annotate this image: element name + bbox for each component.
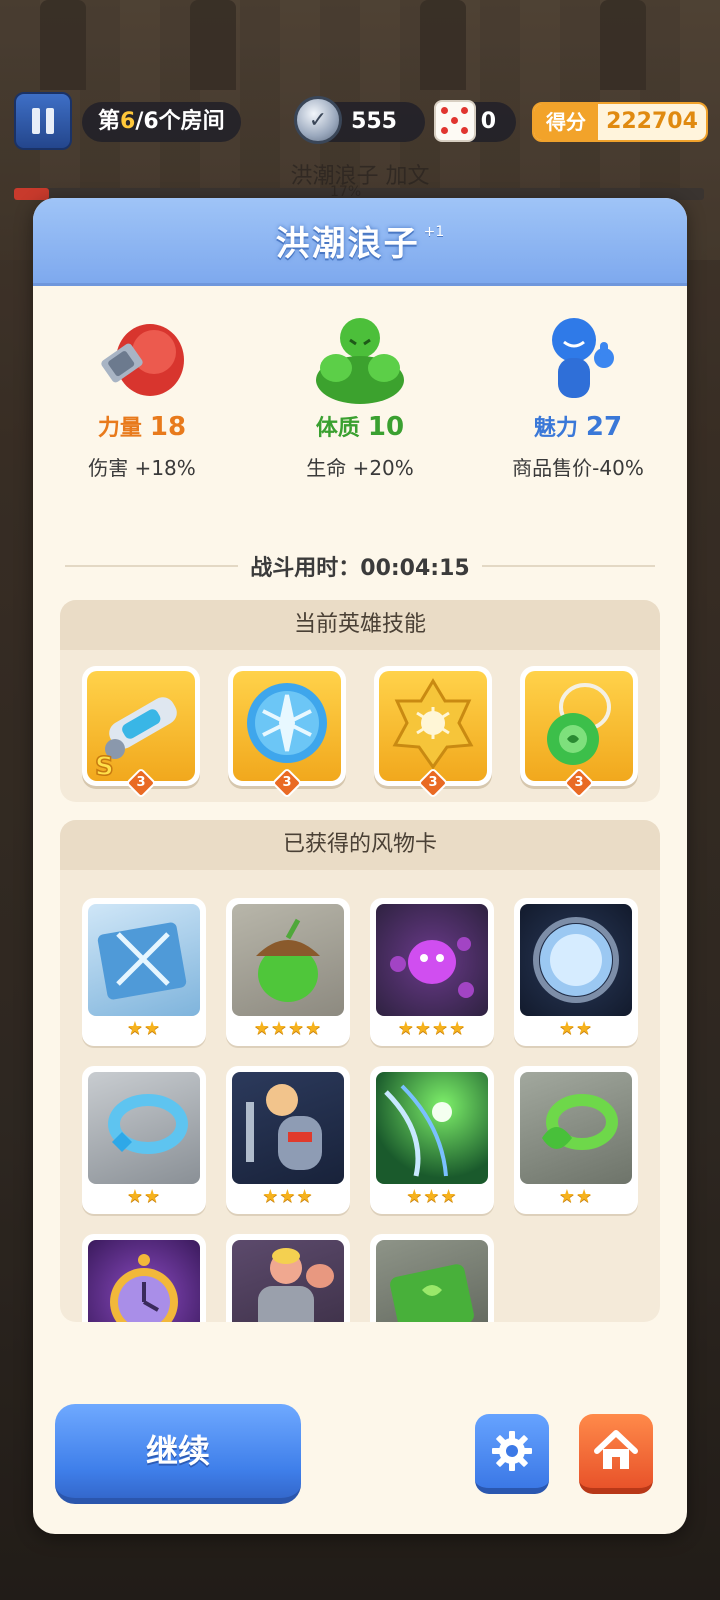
skill-card[interactable]: 3: [374, 666, 492, 799]
relic-card[interactable]: [226, 1234, 350, 1322]
skill-card[interactable]: 3: [520, 666, 638, 799]
score-badge: 得分 222704: [532, 102, 708, 142]
settings-button[interactable]: [475, 1414, 549, 1494]
relic-card[interactable]: ★★: [82, 898, 206, 1046]
hero-skills-title: 当前英雄技能: [60, 600, 660, 650]
star-rating: ★★: [558, 1018, 594, 1039]
star-rating: ★★: [126, 1018, 162, 1039]
stat-strength-value: 18: [149, 412, 187, 442]
hero-title: 洪潮浪子: [275, 224, 420, 264]
relic-card[interactable]: ★★★★: [226, 898, 350, 1046]
skill-card[interactable]: S 3: [82, 666, 200, 799]
stat-constitution: 体质 10 生命 +20%: [251, 310, 469, 480]
continue-button[interactable]: 继续: [55, 1404, 301, 1504]
stat-charisma-value: 27: [585, 412, 623, 442]
silver-coin-icon: ✓: [294, 96, 342, 144]
svg-text:S: S: [95, 752, 114, 781]
green-amulet-icon: [525, 671, 633, 781]
battle-time-row: 战斗用时：00:04:15: [33, 548, 687, 584]
golden-spider-badge-icon: [379, 671, 487, 781]
star-rating: ★★★: [406, 1186, 458, 1207]
star-rating: ★★★★: [253, 1018, 323, 1039]
cannon-icon: S: [87, 671, 195, 781]
relic-card[interactable]: ★★★: [370, 1066, 494, 1214]
hero-title-sup: +1: [423, 223, 445, 240]
hero-summary-panel: 洪潮浪子 +1 力量 18 伤害 +18% 体质 10 生命 +20% 魅力 2…: [33, 198, 687, 1534]
relic-cards-grid: ★★ ★★★★ ★★★★ ★★ ★★ ★★★ ★★★ ★★: [60, 870, 660, 1322]
stat-strength: 力量 18 伤害 +18%: [33, 310, 251, 480]
boxing-glove-icon: [92, 310, 192, 406]
star-rating: ★★★★: [397, 1018, 467, 1039]
leaf-ring-icon: [520, 1072, 632, 1184]
relic-card[interactable]: ★★: [514, 898, 638, 1046]
pocket-watch-icon: [88, 1240, 200, 1322]
stat-strength-name: 力量: [97, 416, 142, 441]
strongman-icon: [232, 1240, 344, 1322]
dice-icon: [434, 100, 476, 142]
thumbs-up-man-icon: [528, 310, 628, 406]
relic-cards-title: 已获得的风物卡: [60, 820, 660, 870]
acorn-icon: [232, 904, 344, 1016]
star-rating: ★★: [558, 1186, 594, 1207]
green-book-icon: [376, 1240, 488, 1322]
stat-constitution-name: 体质: [315, 416, 360, 441]
relic-card[interactable]: ★★: [82, 1066, 206, 1214]
green-muscle-man-icon: [310, 310, 410, 406]
pause-button[interactable]: [14, 92, 72, 150]
score-value: 222704: [606, 109, 698, 134]
pause-icon: [32, 108, 40, 134]
stat-charisma-name: 魅力: [533, 416, 578, 441]
purple-slime-icon: [376, 904, 488, 1016]
relic-card[interactable]: ★★: [514, 1066, 638, 1214]
stat-constitution-effect: 生命 +20%: [306, 456, 414, 480]
star-rating: ★★★: [262, 1186, 314, 1207]
crystal-ball-icon: [520, 904, 632, 1016]
ice-orb-icon: [233, 671, 341, 781]
relic-card[interactable]: ★★★★: [370, 898, 494, 1046]
ice-ring-icon: [88, 1072, 200, 1184]
stats-row: 力量 18 伤害 +18% 体质 10 生命 +20% 魅力 27 商品售价-4…: [33, 310, 687, 480]
score-label: 得分: [534, 104, 598, 140]
relic-card[interactable]: ★★★: [226, 1066, 350, 1214]
robot-knight-icon: [232, 1072, 344, 1184]
relic-card[interactable]: [370, 1234, 494, 1322]
star-rating: ★★: [126, 1186, 162, 1207]
hero-skills-section: 当前英雄技能 S 3 3 3 3: [60, 600, 660, 802]
stat-constitution-value: 10: [367, 412, 405, 442]
home-button[interactable]: [579, 1414, 653, 1494]
skill-card[interactable]: 3: [228, 666, 346, 799]
stat-charisma-effect: 商品售价-40%: [512, 456, 644, 480]
relic-cards-section: 已获得的风物卡 ★★ ★★★★ ★★★★ ★★ ★★ ★★★ ★★★ ★★: [60, 820, 660, 1322]
top-hud: 第 6/6个房间 555 ✓ 0 得分 222704: [0, 92, 720, 152]
gear-icon: [492, 1431, 532, 1471]
relic-card[interactable]: [82, 1234, 206, 1322]
green-slash-icon: [376, 1072, 488, 1184]
room-counter: 第 6/6个房间: [82, 102, 241, 142]
battle-time: 战斗用时：00:04:15: [238, 550, 482, 582]
stat-strength-effect: 伤害 +18%: [88, 456, 196, 480]
home-icon: [594, 1430, 638, 1469]
panel-header: 洪潮浪子 +1: [33, 198, 687, 286]
stat-charisma: 魅力 27 商品售价-40%: [469, 310, 687, 480]
frost-book-icon: [88, 904, 200, 1016]
